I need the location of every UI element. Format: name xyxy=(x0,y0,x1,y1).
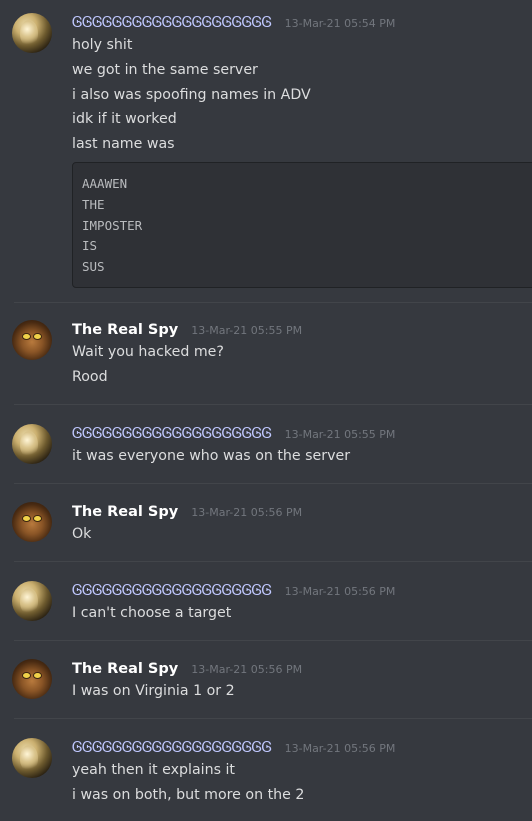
message-divider xyxy=(14,404,532,405)
author-name[interactable]: ᎶᎶᎶᎶᎶᎶᎶᎶᎶᎶᎶᎶᎶᎶᎶᎶᎶᎶᎶᎶ xyxy=(72,424,272,442)
message-text: yeah then it explains it xyxy=(72,762,235,778)
message-divider xyxy=(14,718,532,719)
message-divider xyxy=(14,640,532,641)
message-text: last name was xyxy=(72,136,175,153)
timestamp: 13-Mar-21 05:55 PM xyxy=(284,428,396,441)
author-name[interactable]: The Real Spy xyxy=(72,661,178,677)
message-text: i was on both, but more on the 2 xyxy=(72,786,305,803)
message-header: The Real Spy 13-Mar-21 05:56 PM xyxy=(72,657,532,679)
message-text: Ok xyxy=(72,526,92,542)
message-text: Rood xyxy=(72,368,108,385)
code-line: IMPOSTER xyxy=(82,217,143,233)
code-line: SUS xyxy=(82,259,105,275)
message-divider xyxy=(14,302,532,303)
message-text: i also was spoofing names in ADV xyxy=(72,86,311,103)
message-text: I was on Virginia 1 or 2 xyxy=(72,683,235,699)
message-header: ᎶᎶᎶᎶᎶᎶᎶᎶᎶᎶᎶᎶᎶᎶᎶᎶᎶᎶᎶᎶ 13-Mar-21 05:55 PM xyxy=(72,422,532,444)
author-name[interactable]: ᎶᎶᎶᎶᎶᎶᎶᎶᎶᎶᎶᎶᎶᎶᎶᎶᎶᎶᎶᎶ xyxy=(72,581,272,599)
author-name[interactable]: ᎶᎶᎶᎶᎶᎶᎶᎶᎶᎶᎶᎶᎶᎶᎶᎶᎶᎶᎶᎶ xyxy=(72,13,272,31)
message-group: The Real Spy 13-Mar-21 05:55 PM Wait you… xyxy=(0,318,532,390)
cat-avatar[interactable] xyxy=(12,502,52,542)
message-header: The Real Spy 13-Mar-21 05:55 PM xyxy=(72,318,532,340)
message-group: The Real Spy 13-Mar-21 05:56 PM I was on… xyxy=(0,657,532,704)
message-group: ᎶᎶᎶᎶᎶᎶᎶᎶᎶᎶᎶᎶᎶᎶᎶᎶᎶᎶᎶᎶ 13-Mar-21 05:54 PM … xyxy=(0,11,532,288)
cat-avatar[interactable] xyxy=(12,659,52,699)
author-name[interactable]: The Real Spy xyxy=(72,322,178,338)
timestamp: 13-Mar-21 05:55 PM xyxy=(191,324,303,337)
message-group: The Real Spy 13-Mar-21 05:56 PM Ok xyxy=(0,500,532,547)
timestamp: 13-Mar-21 05:56 PM xyxy=(191,506,303,519)
author-name[interactable]: ᎶᎶᎶᎶᎶᎶᎶᎶᎶᎶᎶᎶᎶᎶᎶᎶᎶᎶᎶᎶ xyxy=(72,738,272,756)
message-header: ᎶᎶᎶᎶᎶᎶᎶᎶᎶᎶᎶᎶᎶᎶᎶᎶᎶᎶᎶᎶ 13-Mar-21 05:54 PM xyxy=(72,11,532,33)
code-line: THE xyxy=(82,196,105,212)
golden-statue-avatar[interactable] xyxy=(12,738,52,778)
message-divider xyxy=(14,561,532,562)
chat-log: ᎶᎶᎶᎶᎶᎶᎶᎶᎶᎶᎶᎶᎶᎶᎶᎶᎶᎶᎶᎶ 13-Mar-21 05:54 PM … xyxy=(0,0,532,821)
timestamp: 13-Mar-21 05:56 PM xyxy=(191,663,303,676)
message-text: it was everyone who was on the server xyxy=(72,448,351,464)
timestamp: 13-Mar-21 05:56 PM xyxy=(284,742,396,755)
message-group: ᎶᎶᎶᎶᎶᎶᎶᎶᎶᎶᎶᎶᎶᎶᎶᎶᎶᎶᎶᎶ 13-Mar-21 05:55 PM … xyxy=(0,422,532,469)
cat-avatar[interactable] xyxy=(12,320,52,360)
golden-statue-avatar[interactable] xyxy=(12,424,52,464)
message-header: The Real Spy 13-Mar-21 05:56 PM xyxy=(72,500,532,522)
message-header: ᎶᎶᎶᎶᎶᎶᎶᎶᎶᎶᎶᎶᎶᎶᎶᎶᎶᎶᎶᎶ 13-Mar-21 05:56 PM xyxy=(72,736,532,758)
code-line: AAAWEN xyxy=(82,175,128,191)
message-group: ᎶᎶᎶᎶᎶᎶᎶᎶᎶᎶᎶᎶᎶᎶᎶᎶᎶᎶᎶᎶ 13-Mar-21 05:56 PM … xyxy=(0,579,532,626)
message-text: holy shit xyxy=(72,37,133,53)
timestamp: 13-Mar-21 05:54 PM xyxy=(284,17,396,30)
message-divider xyxy=(14,483,532,484)
code-line: IS xyxy=(82,238,98,254)
message-text: we got in the same server xyxy=(72,61,258,78)
golden-statue-avatar[interactable] xyxy=(12,581,52,621)
message-text: idk if it worked xyxy=(72,111,177,128)
author-name[interactable]: The Real Spy xyxy=(72,504,178,520)
message-group: ᎶᎶᎶᎶᎶᎶᎶᎶᎶᎶᎶᎶᎶᎶᎶᎶᎶᎶᎶᎶ 13-Mar-21 05:56 PM … xyxy=(0,736,532,808)
timestamp: 13-Mar-21 05:56 PM xyxy=(284,585,396,598)
message-header: ᎶᎶᎶᎶᎶᎶᎶᎶᎶᎶᎶᎶᎶᎶᎶᎶᎶᎶᎶᎶ 13-Mar-21 05:56 PM xyxy=(72,579,532,601)
message-text: I can't choose a target xyxy=(72,605,232,621)
code-block: AAAWEN THE IMPOSTER IS SUS xyxy=(72,161,532,288)
message-text: Wait you hacked me? xyxy=(72,344,224,360)
golden-statue-avatar[interactable] xyxy=(12,13,52,53)
